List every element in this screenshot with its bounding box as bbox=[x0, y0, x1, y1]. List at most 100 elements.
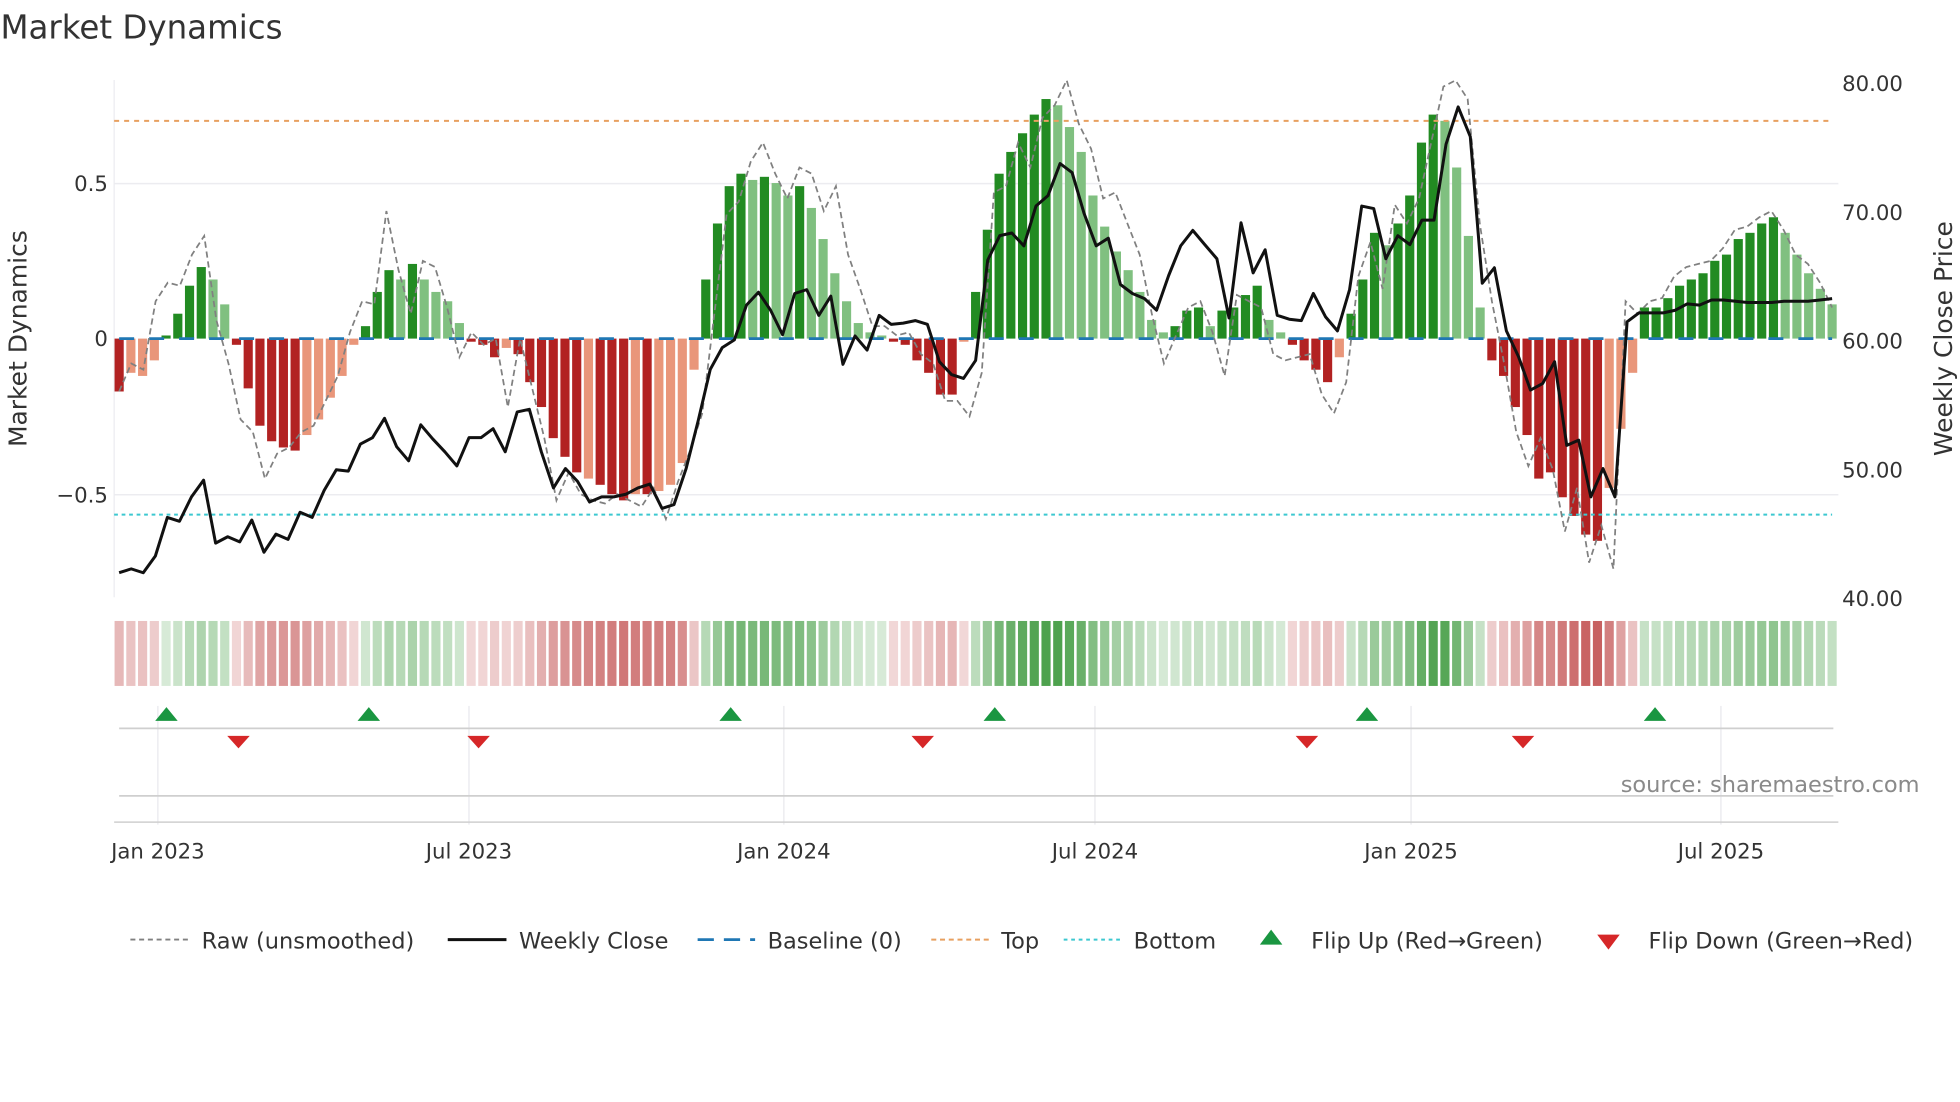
strip-cell bbox=[1287, 620, 1297, 686]
y-tick-label: 0 bbox=[94, 327, 108, 352]
dynamics-bar bbox=[572, 338, 582, 473]
strip-cell bbox=[1393, 620, 1403, 686]
dynamics-bar bbox=[666, 338, 676, 485]
strip-cell bbox=[407, 620, 418, 686]
strip-cell bbox=[1616, 620, 1626, 686]
strip-cell bbox=[349, 620, 359, 686]
dynamics-bar bbox=[1276, 332, 1286, 339]
dynamics-bar bbox=[1463, 235, 1473, 339]
strip-cell bbox=[1475, 620, 1485, 686]
strip-cell bbox=[1557, 620, 1567, 686]
dynamics-bar bbox=[947, 338, 957, 395]
strip-cell bbox=[1006, 620, 1016, 686]
dynamics-bar bbox=[1193, 307, 1204, 339]
dynamics-bar bbox=[759, 176, 770, 339]
strip-cell bbox=[208, 620, 218, 686]
strip-cell bbox=[1240, 620, 1251, 686]
flip-down-marker bbox=[1511, 735, 1535, 749]
strip-cell bbox=[1569, 620, 1579, 686]
strip-cell bbox=[1487, 620, 1497, 686]
dynamics-bar bbox=[560, 338, 570, 457]
dynamics-bar bbox=[1675, 285, 1685, 339]
strip-cell bbox=[1323, 620, 1333, 686]
flip-up-marker bbox=[983, 707, 1007, 721]
flip-down-marker bbox=[227, 735, 250, 749]
strip-cell bbox=[1663, 620, 1673, 686]
triangle-down-icon bbox=[1597, 934, 1620, 950]
dynamics-bar bbox=[525, 338, 535, 383]
strip-cell bbox=[1264, 620, 1274, 686]
strip-cell bbox=[818, 620, 828, 686]
svg-text:Baseline (0): Baseline (0) bbox=[768, 928, 902, 954]
dynamics-bar bbox=[630, 338, 640, 495]
triangle-up-icon bbox=[1259, 929, 1283, 945]
strip-cell bbox=[1229, 620, 1239, 686]
svg-text:Weekly Close: Weekly Close bbox=[519, 928, 668, 954]
strip-cell bbox=[360, 620, 371, 686]
strip-cell bbox=[666, 620, 676, 686]
dynamics-bar bbox=[302, 338, 312, 436]
dynamics-bar bbox=[1663, 298, 1673, 339]
dynamics-bar bbox=[583, 338, 594, 479]
y2-tick-label: 80.00 bbox=[1842, 72, 1903, 97]
strip-cell bbox=[1276, 620, 1286, 686]
strip-cell bbox=[1721, 620, 1732, 686]
strip-cell bbox=[630, 620, 640, 686]
strip-cell bbox=[126, 620, 136, 686]
dynamics-bar bbox=[454, 323, 464, 339]
strip-cell bbox=[1100, 620, 1110, 686]
strip-cell bbox=[1416, 620, 1427, 686]
strip-cell bbox=[501, 620, 511, 686]
strip-cell bbox=[1405, 620, 1415, 686]
strip-cell bbox=[1147, 620, 1157, 686]
dynamics-bar bbox=[243, 338, 253, 389]
strip-cell bbox=[642, 620, 652, 686]
strip-cell bbox=[724, 620, 734, 686]
legend: Raw (unsmoothed) Weekly Close Baseline (… bbox=[130, 928, 1913, 954]
strip-cell bbox=[431, 620, 441, 686]
strip-cell bbox=[325, 620, 335, 686]
strip-cell bbox=[1804, 620, 1814, 686]
strip-cell bbox=[1463, 620, 1473, 686]
strip-cell bbox=[1123, 620, 1133, 686]
dynamics-bar bbox=[325, 338, 335, 398]
strip-cell bbox=[478, 620, 488, 686]
strip-cell bbox=[267, 620, 277, 686]
dynamics-bar bbox=[255, 338, 265, 426]
strip-cell bbox=[994, 620, 1004, 686]
dynamics-bar bbox=[1311, 338, 1321, 370]
strip-cell bbox=[1440, 620, 1450, 686]
dynamics-bar bbox=[548, 338, 558, 439]
source-label: source: sharemaestro.com bbox=[1621, 772, 1920, 798]
strip-cell bbox=[1041, 620, 1051, 686]
strip-cell bbox=[701, 620, 711, 686]
strip-cell bbox=[595, 620, 605, 686]
strip-cell bbox=[1170, 620, 1180, 686]
legend-item-close: Weekly Close bbox=[447, 928, 668, 954]
dynamics-bar bbox=[220, 304, 230, 339]
y2-tick-label: 50.00 bbox=[1842, 458, 1903, 483]
strip-cell bbox=[138, 620, 148, 686]
dynamics-bar bbox=[196, 267, 206, 339]
strip-cell bbox=[490, 620, 500, 686]
strip-cell bbox=[982, 620, 992, 686]
strip-cell bbox=[654, 620, 664, 686]
strip-cell bbox=[1135, 620, 1145, 686]
strip-cell bbox=[959, 620, 969, 686]
strip-cell bbox=[1792, 620, 1802, 686]
strip-cell bbox=[384, 620, 394, 686]
x-tick-label: Jul 2025 bbox=[1676, 839, 1764, 864]
strip-cell bbox=[1452, 620, 1462, 686]
dynamics-bar bbox=[1545, 338, 1556, 473]
dynamics-bar bbox=[1604, 338, 1614, 488]
strip-cell bbox=[1111, 620, 1121, 686]
strip-cell bbox=[184, 620, 195, 686]
dynamics-bar bbox=[595, 338, 605, 485]
heat-strip bbox=[114, 620, 1837, 686]
dynamics-bar bbox=[607, 338, 617, 495]
strip-cell bbox=[1757, 620, 1767, 686]
strip-cell bbox=[278, 620, 288, 686]
bars bbox=[114, 99, 1837, 541]
strip-cell bbox=[525, 620, 535, 686]
strip-cell bbox=[536, 620, 547, 686]
